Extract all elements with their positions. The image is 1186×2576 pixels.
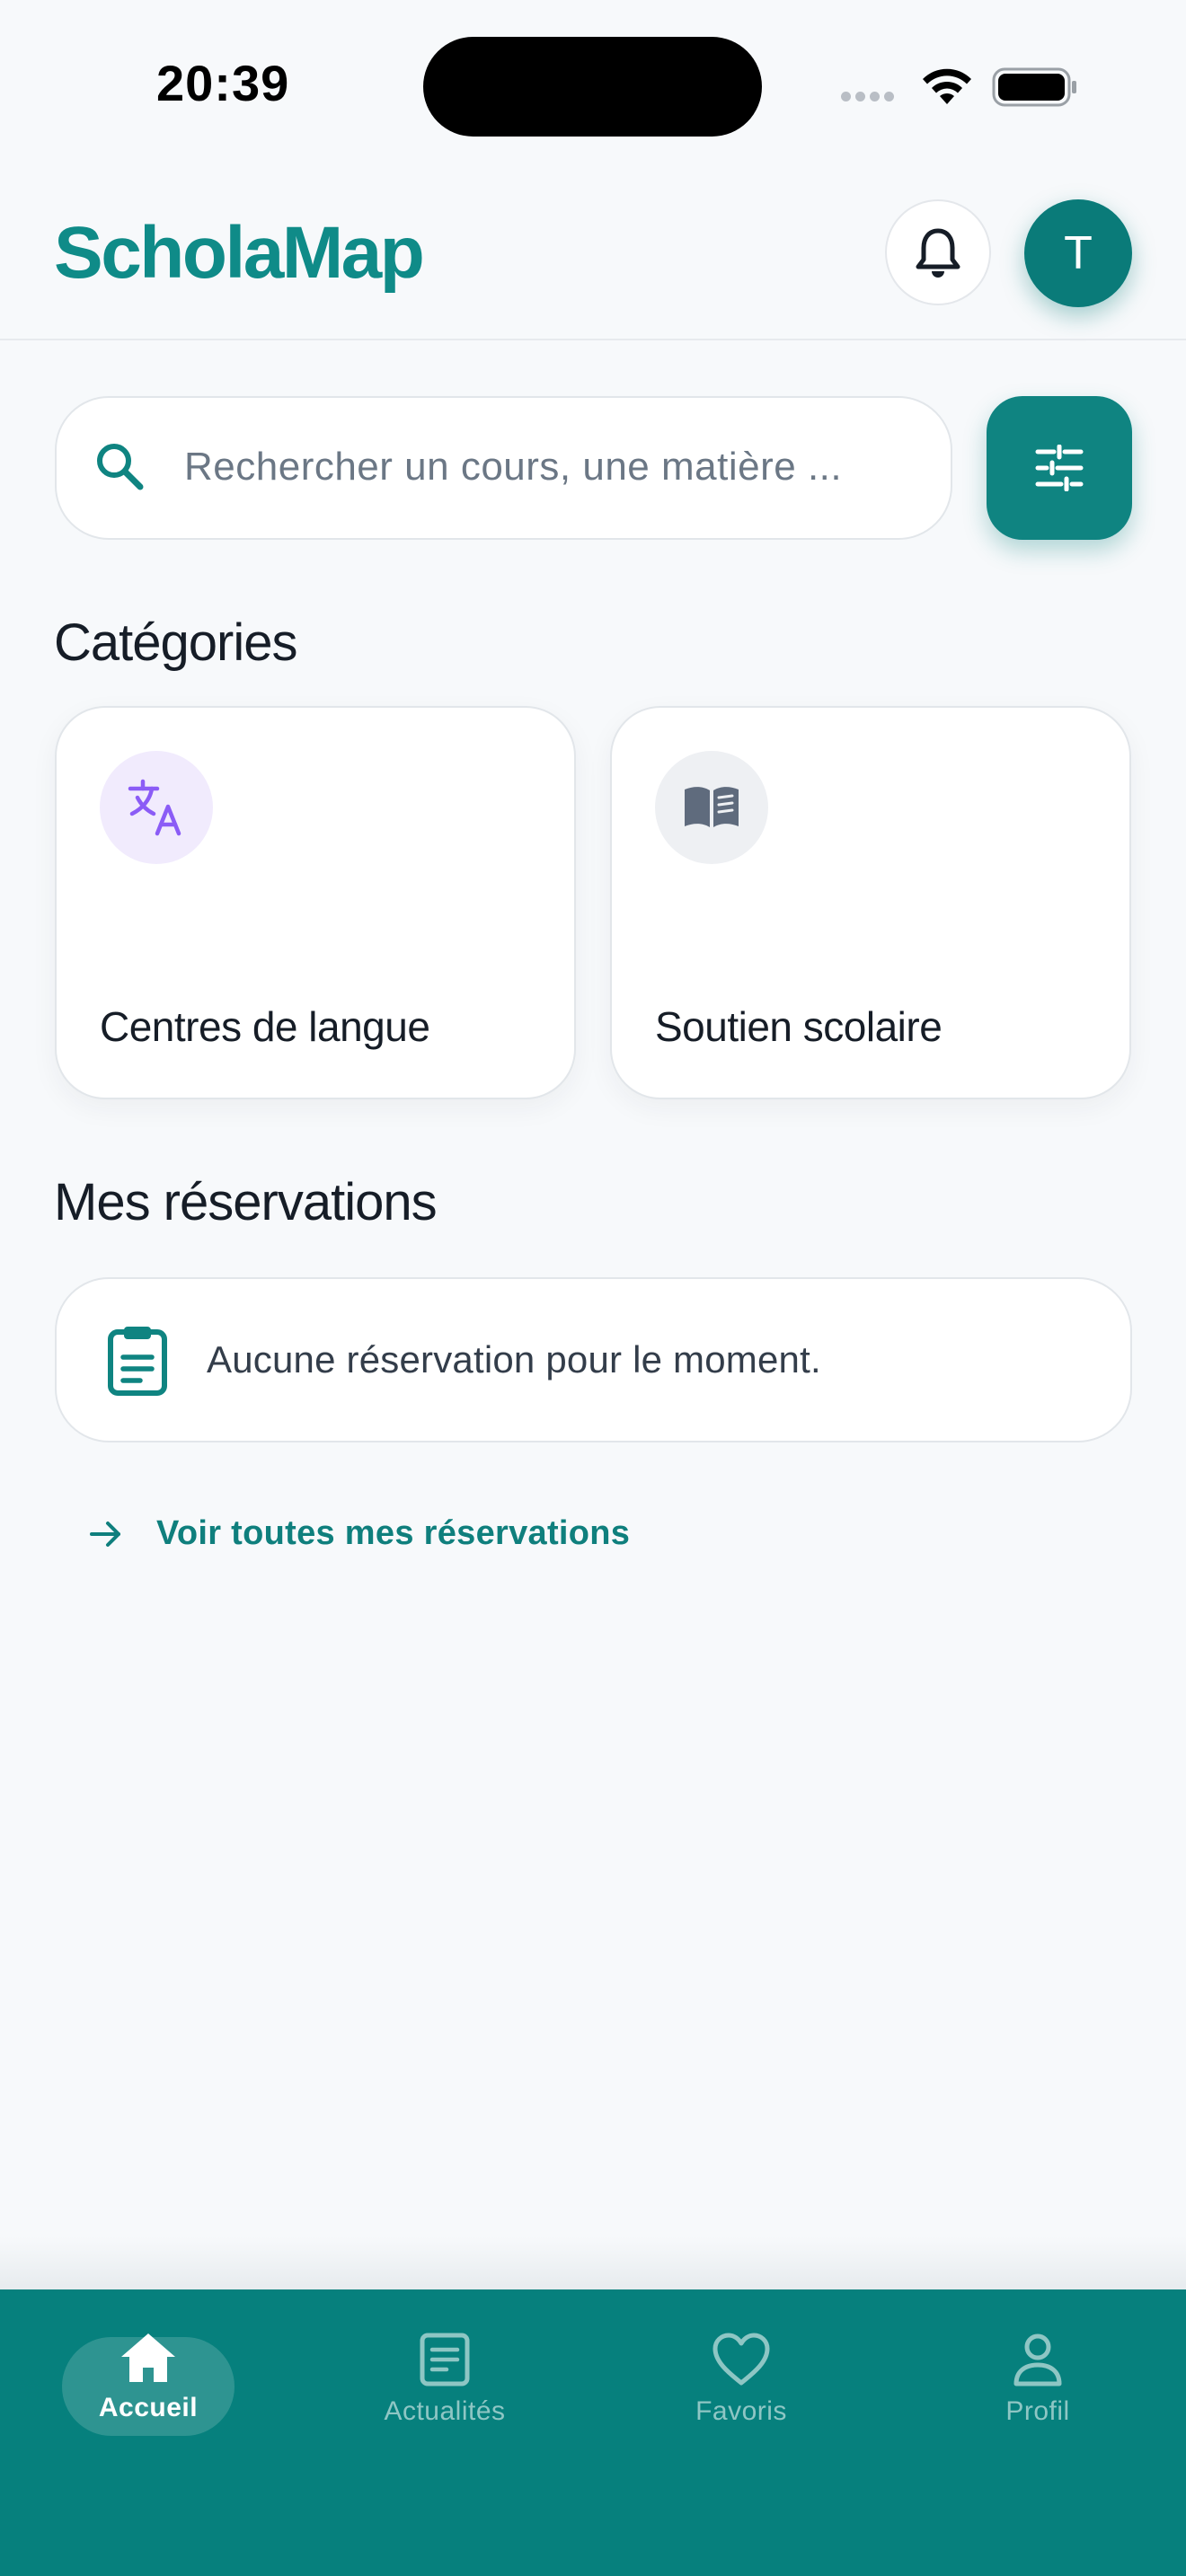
categories-title: Catégories	[54, 613, 297, 672]
header-divider	[0, 339, 1186, 340]
bell-icon	[916, 228, 960, 278]
reservations-empty-text: Aucune réservation pour le moment.	[207, 1338, 821, 1381]
search-input[interactable]	[184, 438, 921, 496]
category-label: Soutien scolaire	[655, 1003, 943, 1050]
clipboard-icon	[108, 1327, 167, 1396]
nav-label: Actualités	[384, 2396, 506, 2426]
bottom-nav-shadow	[0, 2236, 1186, 2290]
nav-label: Favoris	[695, 2396, 787, 2426]
status-time: 20:39	[156, 55, 290, 111]
book-icon	[655, 751, 768, 864]
translate-icon	[100, 751, 213, 864]
nav-label: Profil	[1005, 2396, 1070, 2426]
wifi-icon	[923, 68, 971, 104]
category-label: Centres de langue	[100, 1003, 430, 1050]
nav-item-accueil[interactable]: Accueil	[49, 2332, 247, 2423]
news-icon	[420, 2333, 470, 2386]
view-all-reservations-link[interactable]: Voir toutes mes réservations	[88, 1514, 630, 1553]
app-logo-text: ScholaMap	[54, 212, 425, 294]
reservations-title: Mes réservations	[54, 1173, 438, 1231]
dynamic-island	[423, 37, 762, 137]
battery-icon	[992, 67, 1076, 107]
nav-item-favoris[interactable]: Favoris	[642, 2332, 840, 2427]
user-avatar[interactable]: T	[1024, 199, 1132, 307]
view-all-reservations-label: Voir toutes mes réservations	[156, 1514, 631, 1552]
cellular-signal-icon	[841, 90, 904, 104]
search-icon	[97, 444, 144, 490]
user-icon	[1013, 2333, 1062, 2386]
filter-sliders-icon	[1035, 445, 1084, 491]
filter-button[interactable]	[987, 396, 1132, 540]
nav-item-actualites[interactable]: Actualités	[346, 2332, 544, 2427]
nav-item-profil[interactable]: Profil	[939, 2332, 1137, 2427]
home-icon	[121, 2333, 175, 2382]
nav-label: Accueil	[98, 2393, 199, 2422]
arrow-right-icon	[90, 1521, 120, 1547]
notifications-button[interactable]	[885, 199, 991, 305]
heart-icon	[712, 2333, 770, 2386]
